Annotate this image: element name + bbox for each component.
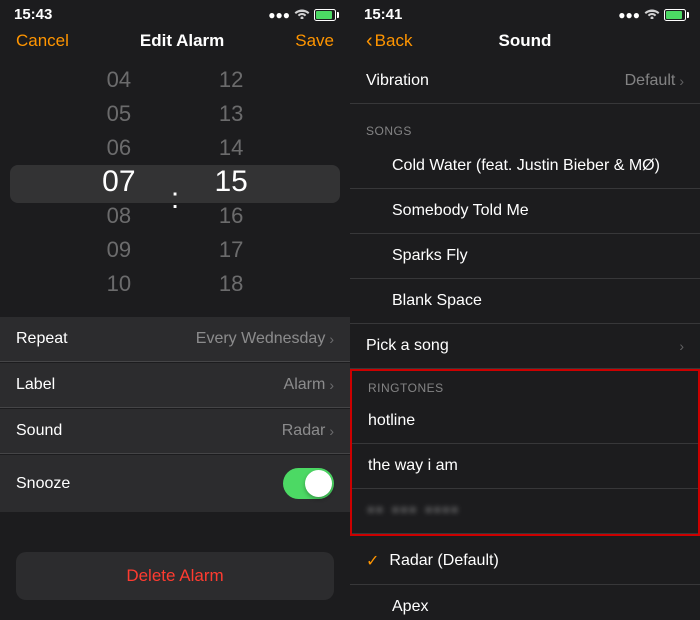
- pick-song-chevron: ›: [679, 338, 684, 354]
- wifi-icon: [294, 7, 310, 22]
- status-icons-right: ●●●: [618, 7, 686, 22]
- wifi-icon-right: [644, 7, 660, 22]
- song-somebody-told-me[interactable]: Somebody Told Me: [350, 189, 700, 234]
- settings-section: Repeat Every Wednesday › Label Alarm › S…: [0, 309, 350, 620]
- vibration-chevron: ›: [679, 73, 684, 89]
- ringtone-blurred[interactable]: •• ••• ••••: [352, 489, 698, 534]
- label-row[interactable]: Label Alarm ›: [0, 363, 350, 408]
- pick-song-row[interactable]: Pick a song ›: [350, 324, 700, 369]
- toggle-knob: [305, 470, 332, 497]
- hour-07-selected: 07: [69, 165, 169, 199]
- ringtone-the-way-i-am[interactable]: the way i am: [352, 444, 698, 489]
- selected-check-icon: ✓: [366, 551, 379, 571]
- min-12: 12: [181, 63, 281, 97]
- repeat-row[interactable]: Repeat Every Wednesday ›: [0, 317, 350, 362]
- page-title-left: Edit Alarm: [140, 31, 224, 51]
- repeat-label: Repeat: [16, 330, 68, 348]
- page-title-right: Sound: [499, 31, 552, 51]
- ringtone-apex[interactable]: Apex: [350, 585, 700, 620]
- hour-06: 06: [69, 131, 169, 165]
- back-chevron-icon: ‹: [366, 30, 373, 53]
- signal-icon: ●●●: [268, 8, 290, 22]
- hour-08: 08: [69, 199, 169, 233]
- label-label: Label: [16, 376, 55, 394]
- sound-row[interactable]: Sound Radar ›: [0, 409, 350, 454]
- min-17: 17: [181, 233, 281, 267]
- ringtone-hotline[interactable]: hotline: [352, 399, 698, 444]
- label-value: Alarm ›: [284, 376, 334, 394]
- sound-chevron: ›: [329, 423, 334, 439]
- time-picker[interactable]: 04 05 06 07 08 09 10 : 12 13 14 15 16 17…: [0, 59, 350, 309]
- ringtones-header: RINGTONES: [352, 371, 698, 399]
- snooze-row[interactable]: Snooze: [0, 455, 350, 512]
- sound-label: Sound: [16, 422, 62, 440]
- min-16: 16: [181, 199, 281, 233]
- min-18: 18: [181, 267, 281, 301]
- min-13: 13: [181, 97, 281, 131]
- min-15-selected: 15: [181, 165, 281, 199]
- snooze-label: Snooze: [16, 475, 70, 493]
- hour-09: 09: [69, 233, 169, 267]
- battery-right: [664, 8, 686, 22]
- cancel-button[interactable]: Cancel: [16, 31, 69, 51]
- repeat-value: Every Wednesday ›: [196, 330, 334, 348]
- vibration-value: Default ›: [625, 72, 684, 90]
- vibration-row[interactable]: Vibration Default ›: [350, 59, 700, 104]
- hour-picker[interactable]: 04 05 06 07 08 09 10: [69, 63, 169, 301]
- label-chevron: ›: [329, 377, 334, 393]
- nav-bar-right: ‹ Back Sound: [350, 27, 700, 59]
- min-14: 14: [181, 131, 281, 165]
- status-icons-left: ●●●: [268, 7, 336, 22]
- sound-value: Radar ›: [282, 422, 334, 440]
- time-colon: :: [169, 97, 181, 301]
- status-bar-left: 15:43 ●●●: [0, 0, 350, 27]
- time-right: 15:41: [364, 6, 402, 23]
- delete-alarm-button[interactable]: Delete Alarm: [16, 552, 334, 600]
- song-sparks-fly[interactable]: Sparks Fly: [350, 234, 700, 279]
- nav-bar-left: Cancel Edit Alarm Save: [0, 27, 350, 59]
- battery-left: [314, 8, 336, 22]
- vibration-label: Vibration: [366, 72, 429, 90]
- status-bar-right: 15:41 ●●●: [350, 0, 700, 27]
- ringtone-radar[interactable]: ✓ Radar (Default): [350, 538, 700, 585]
- blurred-ringtone-text: •• ••• ••••: [368, 502, 460, 520]
- save-button[interactable]: Save: [295, 31, 334, 51]
- right-panel: 15:41 ●●● ‹ Back Sound Vibration Default: [350, 0, 700, 620]
- hour-10: 10: [69, 267, 169, 301]
- song-cold-water[interactable]: Cold Water (feat. Justin Bieber & MØ): [350, 144, 700, 189]
- left-panel: 15:43 ●●● Cancel Edit Alarm Save 04 05 0…: [0, 0, 350, 620]
- repeat-chevron: ›: [329, 331, 334, 347]
- pick-song-label: Pick a song: [366, 337, 449, 355]
- snooze-toggle[interactable]: [283, 468, 334, 499]
- minute-picker[interactable]: 12 13 14 15 16 17 18: [181, 63, 281, 301]
- sound-list[interactable]: Vibration Default › SONGS Cold Water (fe…: [350, 59, 700, 620]
- songs-section-header: SONGS: [350, 104, 700, 144]
- signal-icon-right: ●●●: [618, 8, 640, 22]
- ringtones-section: RINGTONES hotline the way i am •• ••• ••…: [350, 369, 700, 536]
- time-left: 15:43: [14, 6, 52, 23]
- song-blank-space[interactable]: Blank Space: [350, 279, 700, 324]
- hour-05: 05: [69, 97, 169, 131]
- back-button[interactable]: ‹ Back: [366, 30, 412, 53]
- hour-04: 04: [69, 63, 169, 97]
